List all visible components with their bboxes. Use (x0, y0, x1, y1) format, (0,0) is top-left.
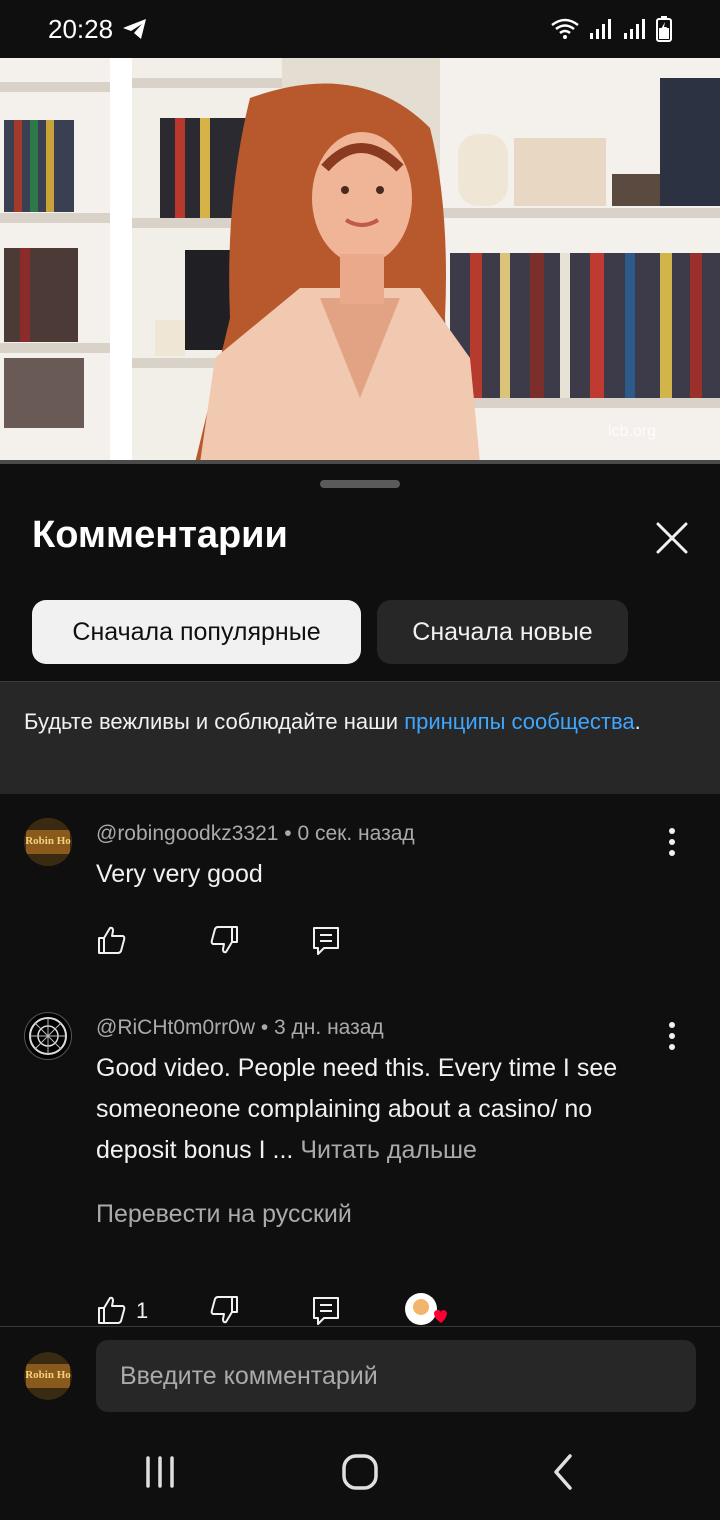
sort-chip-newest[interactable]: Сначала новые (377, 600, 628, 664)
video-player[interactable]: lcb.org (0, 58, 720, 463)
reply-icon[interactable] (310, 1294, 342, 1326)
translate-link[interactable]: Перевести на русский (96, 1200, 352, 1229)
notice-text-start: Будьте вежливы и соблюдайте наши (24, 709, 405, 734)
comment-input[interactable] (96, 1340, 696, 1412)
status-icons (550, 16, 672, 42)
comment-text: Very very good (96, 860, 263, 888)
signal-icon (590, 19, 611, 39)
thumb-down-icon[interactable] (208, 1294, 240, 1326)
comment-meta: @RiCHt0m0rr0w • 3 дн. назад (96, 1016, 384, 1039)
community-guidelines-link[interactable]: принципы сообщества (404, 709, 634, 734)
comment-input-wrapper (96, 1340, 696, 1412)
composer-avatar-image: Robin Ho (24, 1352, 72, 1400)
like-count: 1 (136, 1298, 149, 1323)
thumb-up-icon[interactable] (96, 1294, 128, 1326)
more-vert-icon[interactable] (662, 822, 682, 862)
thumb-up-icon[interactable] (96, 924, 128, 956)
comment-time: 0 сек. назад (297, 822, 415, 845)
drag-handle[interactable] (320, 480, 400, 488)
panel-title: Комментарии (32, 514, 288, 556)
comments-panel: Комментарии Сначала популярные Сначала н… (0, 464, 720, 1520)
community-notice: Будьте вежливы и соблюдайте наши принцип… (0, 681, 720, 794)
status-bar: 20:28 (0, 0, 720, 58)
notice-text: Будьте вежливы и соблюдайте наши принцип… (24, 706, 684, 738)
read-more-link[interactable]: Читать дальше (300, 1136, 477, 1164)
avatar-image: Robin Ho (24, 818, 72, 866)
close-icon[interactable] (648, 514, 696, 562)
avatar-image (29, 1017, 67, 1055)
wifi-icon (551, 18, 579, 39)
recents-icon[interactable] (136, 1448, 184, 1496)
video-frame-image: lcb.org (0, 58, 720, 463)
comment-time: 3 дн. назад (274, 1016, 384, 1039)
thumb-down-icon[interactable] (208, 924, 240, 956)
comment-text: Good video. People need this. Every time… (96, 1048, 676, 1171)
creator-heart-icon (405, 1293, 447, 1325)
video-watermark: lcb.org (608, 423, 656, 440)
composer-divider (0, 1326, 720, 1327)
telegram-icon (123, 19, 146, 39)
avatar[interactable]: Robin Ho (24, 818, 72, 866)
status-time: 20:28 (48, 14, 114, 44)
system-nav-bar (0, 1424, 720, 1520)
avatar[interactable] (24, 1012, 72, 1060)
notice-text-end: . (634, 709, 641, 734)
signal-icon-2 (624, 19, 645, 39)
sort-chip-popular[interactable]: Сначала популярные (32, 600, 361, 664)
back-icon[interactable] (540, 1448, 588, 1496)
comment-author[interactable]: @RiCHt0m0rr0w (96, 1016, 255, 1039)
comment-author[interactable]: @robingoodkz3321 (96, 822, 278, 845)
reply-icon[interactable] (310, 924, 342, 956)
comment-meta: @robingoodkz3321 • 0 сек. назад (96, 822, 415, 845)
battery-icon (656, 16, 672, 42)
home-icon[interactable] (336, 1448, 384, 1496)
avatar-text: Robin Ho (25, 835, 71, 847)
composer-avatar-text: Robin Ho (25, 1369, 71, 1381)
composer-avatar: Robin Ho (24, 1352, 72, 1400)
